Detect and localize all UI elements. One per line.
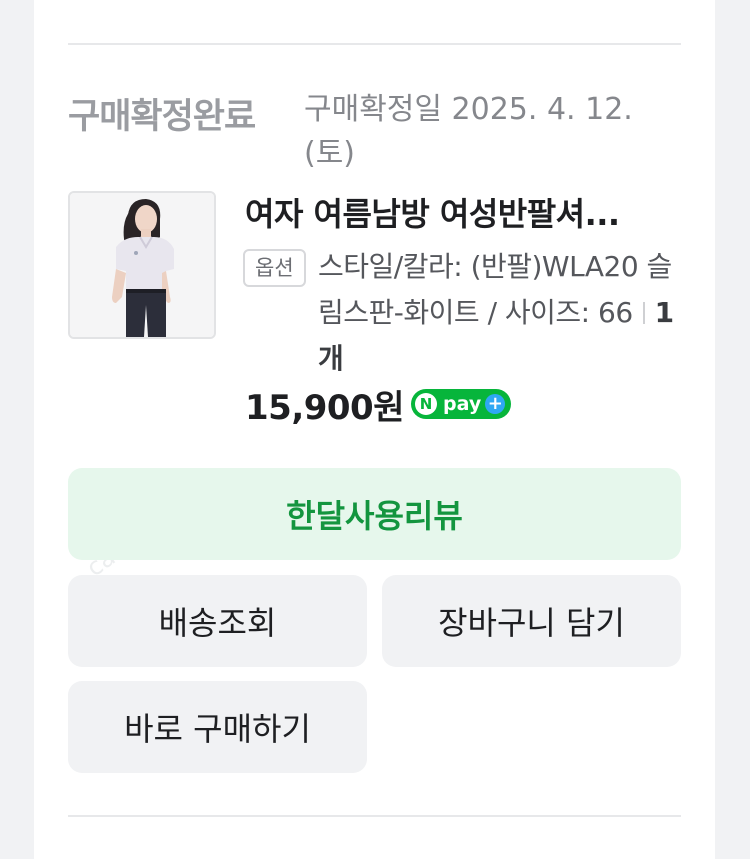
top-divider [68,43,681,45]
quantity-separator [642,302,645,324]
monthly-review-button[interactable]: 한달사용리뷰 [68,468,681,560]
order-status: 구매확정완료 [68,97,256,137]
plus-icon: + [485,394,506,414]
option-badge: 옵션 [243,249,306,287]
npay-n-icon: N [415,393,437,415]
product-price: 15,900원 [245,388,404,428]
product-option: 스타일/칼라: (반팔)WLA20 슬림스판-화이트 / 사이즈: 66 1개 [318,244,678,382]
product-name[interactable]: 여자 여름남방 여성반팔셔... [245,189,685,235]
product-thumbnail[interactable] [68,191,216,339]
track-delivery-button[interactable]: 배송조회 [68,575,367,667]
buy-now-button[interactable]: 바로 구매하기 [68,681,367,773]
npay-label: pay [443,393,482,415]
product-image [70,193,214,337]
bottom-divider [68,815,681,817]
option-text: 스타일/칼라: (반팔)WLA20 슬림스판-화이트 / 사이즈: 66 [318,250,672,329]
confirm-date: 구매확정일 2025. 4. 12. (토) [304,92,633,171]
add-to-cart-button[interactable]: 장바구니 담기 [382,575,681,667]
npay-plus-badge: N pay + [411,389,511,419]
